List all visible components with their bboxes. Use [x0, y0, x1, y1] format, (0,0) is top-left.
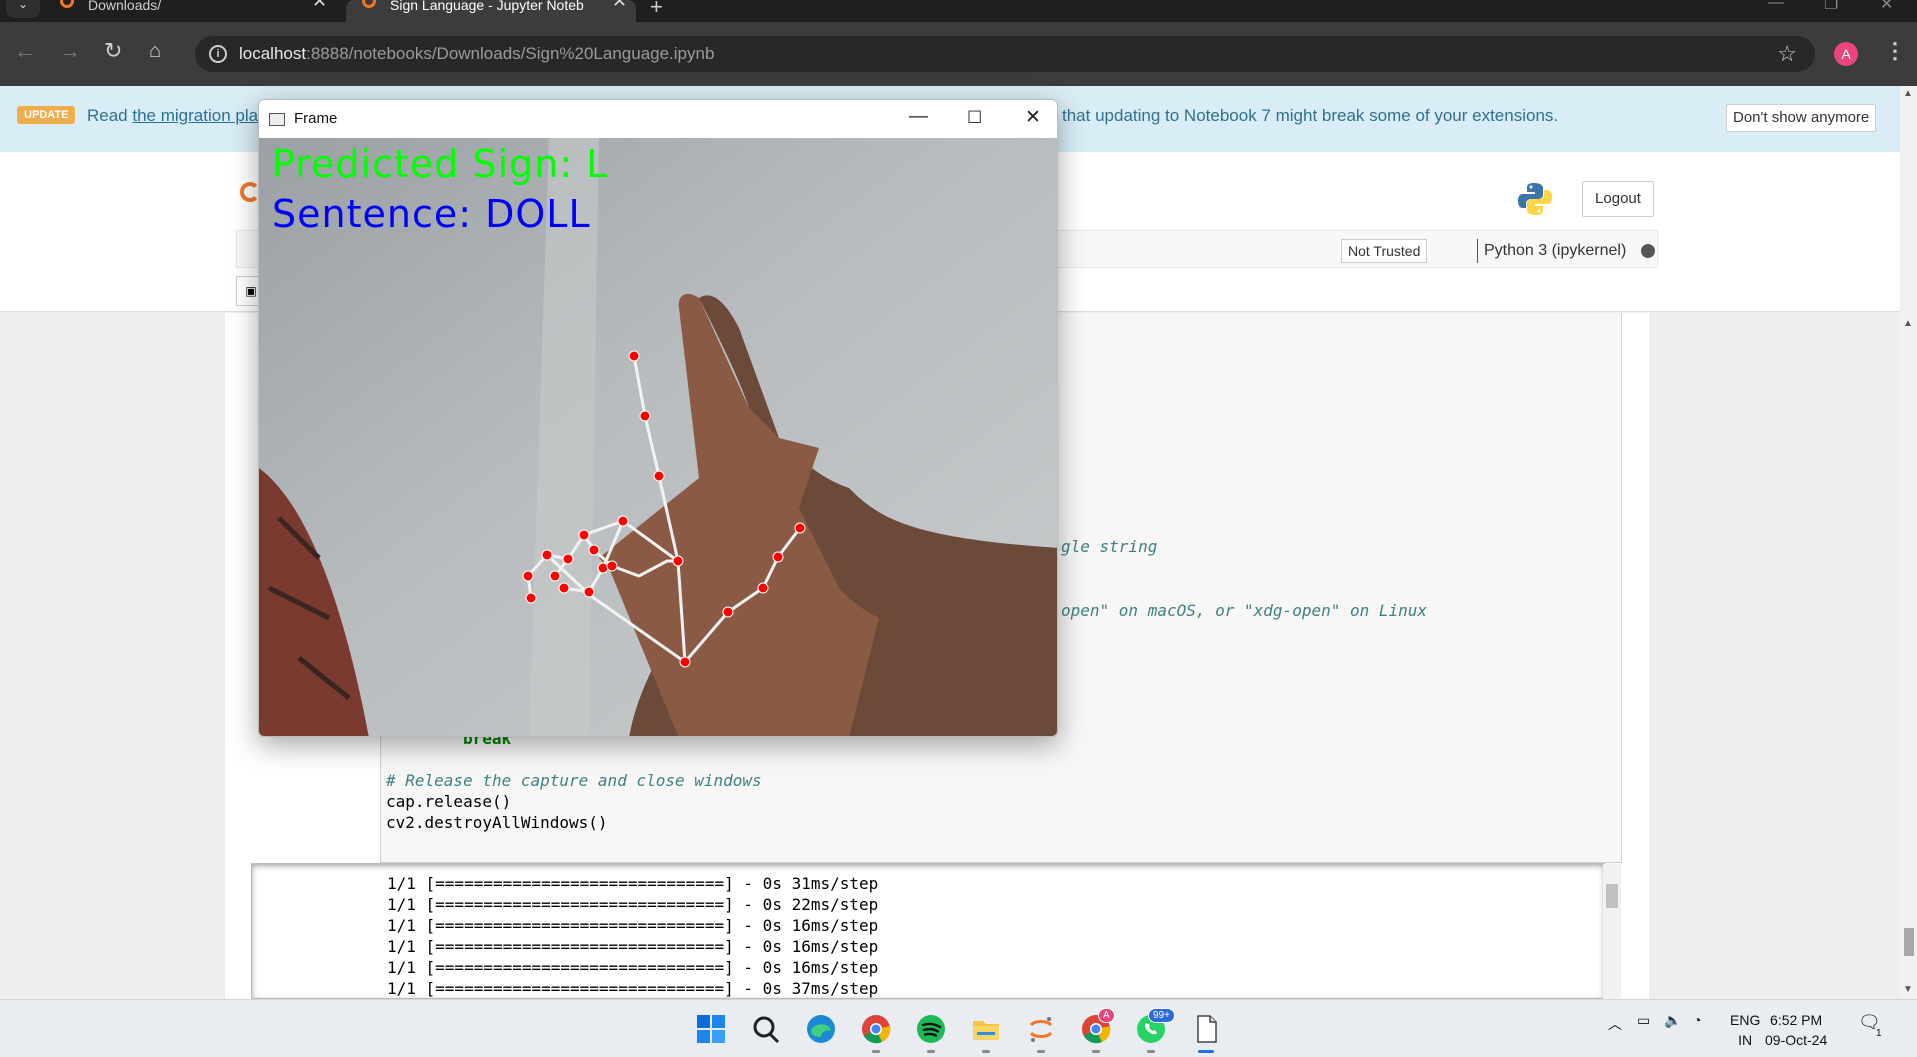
page-scrollbar[interactable]: ▲ ▲ ▼: [1900, 86, 1917, 999]
code-line: cap.release(): [386, 792, 512, 811]
running-indicator: [1092, 1050, 1100, 1053]
start-icon[interactable]: [695, 1013, 727, 1045]
window-close-icon[interactable]: ✕: [1880, 0, 1893, 14]
clock-time: 6:52 PM: [1770, 1012, 1823, 1028]
update-text-prefix: Read: [87, 106, 128, 125]
jupyter-favicon-icon: [60, 0, 74, 8]
output-line: 1/1 [==============================] - 0…: [387, 979, 879, 998]
tab-title: Downloads/: [88, 0, 162, 13]
running-indicator: [872, 1050, 880, 1053]
output-line: 1/1 [==============================] - 0…: [387, 895, 879, 914]
url-host: localhost: [239, 44, 307, 63]
language-line: ENG: [1730, 1012, 1761, 1028]
running-indicator: [1147, 1050, 1155, 1053]
windows-taskbar: A 99+ ︿ ▭ 🔈 ◔ ENG IN 6:52 PM 09-Oct-24 🗨 1: [0, 999, 1917, 1057]
scroll-up-icon[interactable]: ▲: [1903, 318, 1913, 329]
close-icon[interactable]: ✕: [312, 0, 327, 10]
bookmark-star-icon[interactable]: ☆: [1777, 41, 1797, 67]
maximize-icon[interactable]: ☐: [967, 108, 982, 128]
screen: ⌄ Downloads/ ✕ Sign Language - Jupyter N…: [0, 0, 1917, 1057]
kernel-busy-icon: [1641, 244, 1655, 258]
browser-menu-icon[interactable]: ⋮: [1884, 38, 1906, 64]
whatsapp-badge: 99+: [1148, 1008, 1175, 1023]
file-explorer-icon[interactable]: [970, 1013, 1002, 1045]
search-icon[interactable]: [750, 1013, 782, 1045]
output-line: 1/1 [==============================] - 0…: [387, 916, 879, 935]
wifi-icon[interactable]: ◔: [1693, 1012, 1701, 1028]
scroll-thumb[interactable]: [1606, 884, 1618, 908]
output-scrollbar[interactable]: [1603, 864, 1621, 999]
chevron-up-icon[interactable]: ︿: [1608, 1014, 1622, 1034]
output-line: 1/1 [==============================] - 0…: [387, 937, 879, 956]
clock[interactable]: 6:52 PM 09-Oct-24: [1765, 1010, 1827, 1050]
back-icon[interactable]: ←: [14, 40, 36, 62]
clock-date: 09-Oct-24: [1765, 1032, 1828, 1048]
code-fragment: open" on macOS, or "xdg-open" on Linux: [1061, 601, 1428, 620]
browser-toolbar: ← → ↻ ⌂ i localhost:8888/notebooks/Downl…: [0, 22, 1917, 86]
close-icon[interactable]: ✕: [608, 0, 632, 10]
update-text: Read the migration plan: [87, 106, 268, 126]
new-tab-icon[interactable]: +: [650, 0, 663, 20]
tab-sign-language[interactable]: Sign Language - Jupyter Noteb ✕: [346, 0, 636, 22]
language-indicator[interactable]: ENG IN: [1730, 1010, 1760, 1050]
jupyter-icon[interactable]: [1025, 1013, 1057, 1045]
code-line: cv2.destroyAllWindows(): [386, 813, 608, 832]
scroll-down-icon[interactable]: ▼: [1903, 984, 1913, 995]
logout-button[interactable]: Logout: [1582, 181, 1654, 217]
code-fragment: gle string: [1061, 537, 1158, 556]
jupyter-logo[interactable]: [240, 182, 260, 202]
sentence-label: Sentence: DOLL: [272, 192, 591, 236]
volume-icon[interactable]: 🔈: [1664, 1012, 1681, 1029]
running-indicator: [927, 1050, 935, 1053]
spotify-icon[interactable]: [915, 1013, 947, 1045]
scroll-up-icon[interactable]: ▲: [1903, 88, 1913, 99]
minimize-icon[interactable]: —: [909, 106, 928, 128]
address-bar[interactable]: i localhost:8888/notebooks/Downloads/Sig…: [195, 36, 1815, 72]
tab-downloads[interactable]: Downloads/ ✕: [44, 0, 344, 22]
kernel-indicator[interactable]: Python 3 (ipykernel): [1477, 239, 1626, 263]
notepad-icon[interactable]: [1190, 1013, 1222, 1045]
profile-badge: A: [1098, 1008, 1115, 1023]
frame-app-icon: [269, 113, 285, 126]
predicted-sign-label: Predicted Sign: L: [272, 142, 609, 186]
notification-count: 1: [1876, 1028, 1882, 1039]
frame-titlebar[interactable]: Frame — ☐ ✕: [259, 100, 1057, 138]
running-indicator: [982, 1050, 990, 1053]
reload-icon[interactable]: ↻: [104, 40, 122, 62]
output-line: 1/1 [==============================] - 0…: [387, 958, 879, 977]
restore-icon[interactable]: ❐: [1824, 0, 1838, 14]
not-trusted-button[interactable]: Not Trusted: [1341, 239, 1428, 263]
dont-show-anymore-button[interactable]: Don't show anymore: [1726, 104, 1877, 132]
output-line: 1/1 [==============================] - 0…: [387, 874, 879, 893]
edge-icon[interactable]: [805, 1013, 837, 1045]
forward-icon[interactable]: →: [59, 40, 81, 62]
active-indicator: [1198, 1050, 1214, 1053]
update-text-suffix: that updating to Notebook 7 might break …: [1062, 106, 1559, 125]
profile-avatar[interactable]: A: [1834, 42, 1858, 66]
tab-title: Sign Language - Jupyter Noteb: [390, 0, 584, 13]
scroll-thumb[interactable]: [1904, 928, 1914, 956]
chrome-icon[interactable]: [860, 1013, 892, 1045]
url-path: :8888/notebooks/Downloads/Sign%20Languag…: [306, 44, 715, 63]
tab-search-button[interactable]: ⌄: [6, 0, 40, 18]
frame-window[interactable]: Frame — ☐ ✕ Predicted Sign: L Sentence: …: [258, 99, 1058, 737]
output-area[interactable]: 1/1 [==============================] - 0…: [251, 863, 1605, 999]
migration-plan-link[interactable]: the migration plan: [132, 106, 267, 125]
jupyter-favicon-icon: [362, 0, 376, 8]
running-indicator: [1037, 1050, 1045, 1053]
python-logo-icon: [1518, 183, 1552, 215]
battery-icon[interactable]: ▭: [1637, 1012, 1650, 1029]
url-text: localhost:8888/notebooks/Downloads/Sign%…: [239, 44, 714, 64]
frame-title: Frame: [294, 110, 338, 127]
home-icon[interactable]: ⌂: [149, 40, 161, 62]
region-line: IN: [1738, 1032, 1753, 1048]
minimize-icon[interactable]: —: [1768, 0, 1784, 12]
close-icon[interactable]: ✕: [1025, 106, 1041, 129]
browser-tab-strip: ⌄ Downloads/ ✕ Sign Language - Jupyter N…: [0, 0, 1917, 22]
code-comment: # Release the capture and close windows: [386, 771, 762, 790]
site-info-icon[interactable]: i: [209, 45, 227, 63]
update-badge: UPDATE: [17, 106, 76, 124]
